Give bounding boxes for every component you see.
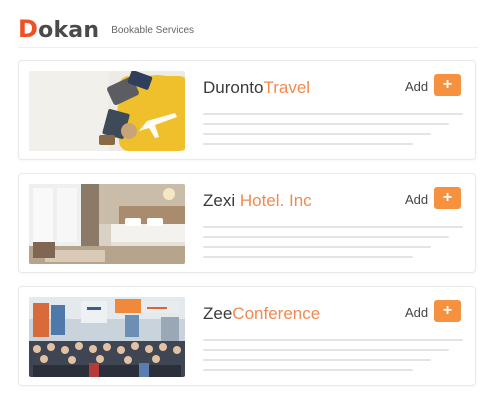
service-name: Zee: [203, 304, 233, 323]
placeholder-line: [203, 369, 413, 371]
add-label[interactable]: Add: [405, 79, 428, 94]
plus-icon: +: [442, 189, 453, 206]
dokan-logo[interactable]: Dokan: [18, 15, 99, 43]
service-title[interactable]: DurontoTravel: [203, 78, 310, 98]
placeholder-line: [203, 256, 413, 258]
placeholder-line: [203, 349, 449, 351]
placeholder-line: [203, 143, 413, 145]
add-button[interactable]: +: [434, 74, 461, 96]
add-button[interactable]: +: [434, 300, 461, 322]
placeholder-line: [203, 226, 463, 228]
service-name-accent: Conference: [232, 304, 321, 323]
service-title[interactable]: Zexi Hotel. Inc: [203, 191, 312, 211]
placeholder-line: [203, 359, 431, 361]
add-label[interactable]: Add: [405, 192, 428, 207]
placeholder-line: [203, 339, 463, 341]
plus-icon: +: [442, 302, 453, 319]
plus-icon: +: [442, 76, 453, 93]
service-card-travel[interactable]: DurontoTravel Add +: [18, 60, 476, 160]
service-name: Duronto: [203, 78, 264, 97]
page-subtitle: Bookable Services: [111, 24, 195, 36]
placeholder-line: [203, 123, 449, 125]
placeholder-line: [203, 133, 431, 135]
service-name-accent: Hotel. Inc: [239, 191, 312, 210]
service-title[interactable]: ZeeConference: [203, 304, 320, 324]
add-label[interactable]: Add: [405, 305, 428, 320]
service-card-hotel[interactable]: Zexi Hotel. Inc Add +: [18, 173, 476, 273]
placeholder-line: [203, 236, 449, 238]
travel-image: [29, 71, 185, 151]
service-name: Zexi: [203, 191, 240, 210]
page-header: Dokan Bookable Services: [18, 10, 478, 48]
logo-letter-d: D: [18, 14, 39, 43]
conference-image: [29, 297, 185, 377]
placeholder-line: [203, 246, 431, 248]
service-name-accent: Travel: [263, 78, 311, 97]
add-button[interactable]: +: [434, 187, 461, 209]
logo-text: okan: [38, 17, 100, 43]
placeholder-line: [203, 113, 463, 115]
hotel-image: [29, 184, 185, 264]
service-card-conference[interactable]: ZeeConference Add +: [18, 286, 476, 386]
